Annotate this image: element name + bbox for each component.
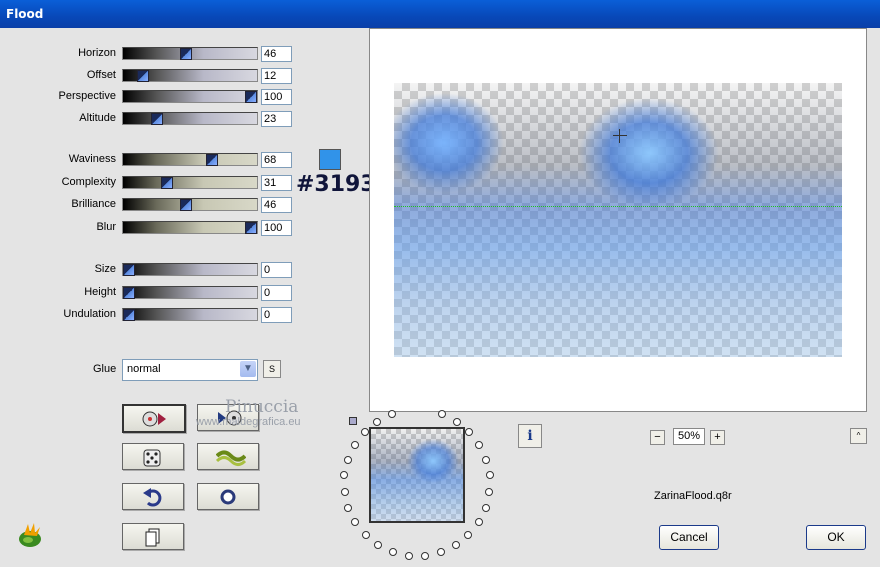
collapse-up-button[interactable]: ^ — [850, 428, 867, 444]
navigator-dot[interactable] — [360, 427, 369, 436]
horizon-guide-line — [394, 206, 842, 207]
glue-label: Glue — [93, 363, 117, 375]
navigator-dot[interactable] — [436, 547, 445, 556]
slider-thumb[interactable] — [245, 222, 257, 234]
navigator-dot[interactable] — [389, 547, 397, 556]
slider-label: Undulation — [63, 308, 116, 320]
undulation-value-field[interactable]: 0 — [261, 307, 292, 323]
navigator-dot[interactable] — [421, 551, 430, 560]
altitude-value-field[interactable]: 23 — [261, 111, 292, 127]
slider-thumb[interactable] — [123, 287, 135, 299]
ring-start-marker[interactable] — [349, 417, 357, 425]
preset-filename: ZarinaFlood.q8r — [654, 490, 732, 502]
size-slider[interactable] — [122, 263, 258, 276]
randomize-button[interactable] — [122, 443, 184, 470]
brilliance-slider[interactable] — [122, 198, 258, 211]
copy-icon — [145, 528, 160, 547]
ring-icon — [220, 489, 236, 505]
altitude-slider[interactable] — [122, 112, 258, 125]
glue-s-button[interactable]: S — [263, 360, 281, 378]
slider-thumb[interactable] — [137, 70, 149, 82]
reset-render-button[interactable] — [122, 404, 186, 433]
chevron-down-icon[interactable]: ▼ — [240, 361, 256, 377]
glue-selected-value: normal — [127, 363, 161, 375]
circle-button[interactable] — [197, 483, 259, 510]
undulation-slider[interactable] — [122, 308, 258, 321]
slider-label: Offset — [86, 69, 116, 81]
slider-label: Altitude — [79, 112, 116, 124]
glue-select[interactable]: normal ▼ — [122, 359, 258, 381]
navigator-dot[interactable] — [361, 530, 370, 539]
watermark-url: www.maldegrafica.eu — [196, 416, 301, 428]
perspective-value-field[interactable]: 100 — [261, 89, 292, 105]
wave-button[interactable] — [197, 443, 259, 470]
preview-image — [394, 83, 842, 357]
slider-thumb[interactable] — [161, 177, 173, 189]
undo-icon — [143, 488, 162, 507]
zoom-out-button[interactable]: − — [650, 430, 665, 445]
zoom-in-button[interactable]: + — [710, 430, 725, 445]
app-logo-icon — [19, 523, 41, 547]
crosshair-icon — [613, 129, 627, 143]
waviness-slider[interactable] — [122, 153, 258, 166]
slider-label: Blur — [96, 221, 116, 233]
slider-label: Perspective — [58, 90, 116, 102]
slider-label: Height — [84, 286, 116, 298]
undo-button[interactable] — [122, 483, 184, 510]
blur-value-field[interactable]: 100 — [261, 220, 292, 236]
disc-play-icon — [142, 411, 166, 427]
navigator-dot[interactable] — [404, 551, 413, 560]
complexity-slider[interactable] — [122, 176, 258, 189]
navigator-dot[interactable] — [475, 440, 484, 449]
brilliance-value-field[interactable]: 46 — [261, 197, 292, 213]
preview-panel[interactable] — [369, 28, 867, 412]
watermark-name: Pinuccia — [225, 397, 299, 417]
slider-thumb[interactable] — [151, 113, 163, 125]
slider-thumb[interactable] — [180, 48, 192, 60]
size-value-field[interactable]: 0 — [261, 262, 292, 278]
slider-thumb[interactable] — [123, 309, 135, 321]
slider-label: Size — [94, 263, 116, 275]
complexity-value-field[interactable]: 31 — [261, 175, 292, 191]
perspective-slider[interactable] — [122, 90, 258, 103]
height-slider[interactable] — [122, 286, 258, 299]
navigator-dot[interactable] — [485, 471, 494, 480]
navigator-dot[interactable] — [482, 455, 491, 464]
slider-thumb[interactable] — [123, 264, 135, 276]
blur-slider[interactable] — [122, 221, 258, 234]
dice-icon — [143, 449, 161, 467]
slider-label: Waviness — [68, 153, 116, 165]
height-value-field[interactable]: 0 — [261, 285, 292, 301]
title-bar: Flood — [0, 0, 880, 28]
horizon-slider[interactable] — [122, 47, 258, 60]
ok-button[interactable]: OK — [806, 525, 866, 550]
offset-value-field[interactable]: 12 — [261, 68, 292, 84]
navigator-dot[interactable] — [343, 455, 352, 464]
window-title: Flood — [6, 7, 44, 21]
navigator-dot[interactable] — [451, 540, 460, 549]
wave-icon — [216, 450, 246, 466]
slider-thumb[interactable] — [206, 154, 218, 166]
cancel-button[interactable]: Cancel — [659, 525, 719, 550]
navigator-dot[interactable] — [344, 503, 353, 512]
navigator-dot[interactable] — [340, 487, 349, 496]
navigator-dot[interactable] — [452, 417, 461, 426]
info-button[interactable]: i — [518, 424, 542, 448]
navigator-dot[interactable] — [350, 440, 359, 449]
slider-thumb[interactable] — [180, 199, 192, 211]
navigator-dot[interactable] — [481, 503, 490, 512]
thumbnail-navigator[interactable] — [369, 427, 465, 523]
horizon-value-field[interactable]: 46 — [261, 46, 292, 62]
slider-thumb[interactable] — [245, 91, 257, 103]
color-swatch[interactable] — [319, 149, 341, 170]
slider-label: Brilliance — [71, 198, 116, 210]
waviness-value-field[interactable]: 68 — [261, 152, 292, 168]
offset-slider[interactable] — [122, 69, 258, 82]
slider-label: Horizon — [78, 47, 116, 59]
slider-label: Complexity — [61, 176, 116, 188]
copy-button[interactable] — [122, 523, 184, 550]
zoom-level: 50% — [673, 428, 705, 445]
navigator-dot[interactable] — [474, 518, 483, 527]
